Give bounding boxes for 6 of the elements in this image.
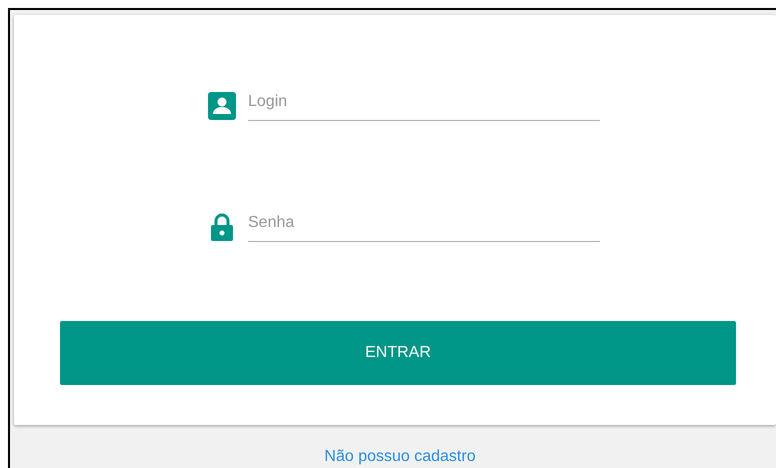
- user-icon: [208, 92, 236, 120]
- password-field[interactable]: Senha: [248, 204, 600, 242]
- login-field[interactable]: Login: [248, 83, 600, 121]
- register-link[interactable]: Não possuo cadastro: [324, 445, 476, 468]
- lock-icon: [208, 213, 236, 241]
- login-button[interactable]: ENTRAR: [60, 321, 736, 385]
